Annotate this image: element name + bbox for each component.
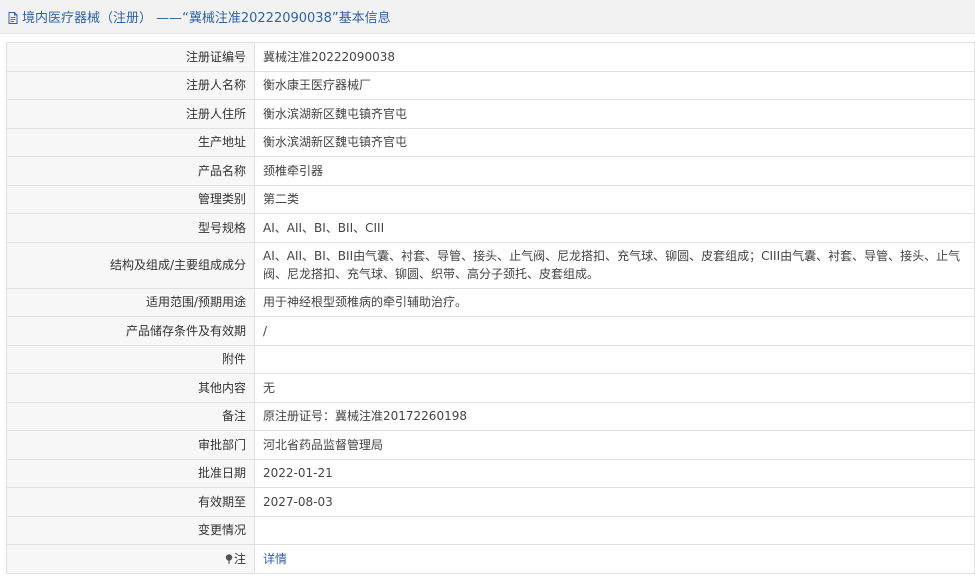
row-value: 衡水滨湖新区魏屯镇齐官屯 [254,99,975,129]
row-label: 注册人名称 [6,70,255,100]
row-value: 原注册证号：冀械注准20172260198 [254,401,975,431]
row-value: 冀械注准20222090038 [254,42,975,72]
page-title: 境内医疗器械（注册） ——“冀械注准20222090038”基本信息 [22,11,391,26]
table-row: 变更情况 [6,515,975,545]
row-label: 结构及组成/主要组成成分 [6,241,255,289]
row-label: 注册证编号 [6,42,255,72]
row-value: 详情 [254,544,975,574]
table-row: 附件 [6,344,975,374]
page-header: 境内医疗器械（注册） ——“冀械注准20222090038”基本信息 [0,0,975,34]
row-value: AI、AII、BI、BII由气囊、衬套、导管、接头、止气阀、尼龙搭扣、充气球、铆… [254,241,975,289]
row-value: 衡水滨湖新区魏屯镇齐官屯 [254,127,975,157]
table-row: 生产地址 衡水滨湖新区魏屯镇齐官屯 [6,127,975,157]
row-label-note: 注 [6,544,255,574]
row-label: 生产地址 [6,127,255,157]
row-value [254,515,975,545]
table-row: 审批部门 河北省药品监督管理局 [6,430,975,460]
table-row: 批准日期 2022-01-21 [6,458,975,488]
details-link[interactable]: 详情 [263,552,287,566]
row-label: 附件 [6,344,255,374]
row-value [254,344,975,374]
row-value: 无 [254,373,975,403]
row-label: 注册人住所 [6,99,255,129]
table-row: 产品储存条件及有效期 / [6,316,975,346]
row-label: 其他内容 [6,373,255,403]
row-value: AI、AII、BI、BII、CIII [254,213,975,243]
row-value: 颈椎牵引器 [254,156,975,186]
note-label: 注 [233,551,246,566]
row-value: 第二类 [254,184,975,214]
row-label: 适用范围/预期用途 [6,287,255,317]
table-row: 结构及组成/主要组成成分 AI、AII、BI、BII由气囊、衬套、导管、接头、止… [6,241,975,289]
row-value: / [254,316,975,346]
table-row: 备注 原注册证号：冀械注准20172260198 [6,401,975,431]
row-label: 备注 [6,401,255,431]
table-row: 产品名称 颈椎牵引器 [6,156,975,186]
table-row: 型号规格 AI、AII、BI、BII、CIII [6,213,975,243]
row-label: 产品名称 [6,156,255,186]
table-row: 适用范围/预期用途 用于神经根型颈椎病的牵引辅助治疗。 [6,287,975,317]
row-label: 批准日期 [6,458,255,488]
row-value: 用于神经根型颈椎病的牵引辅助治疗。 [254,287,975,317]
table-row: 管理类别 第二类 [6,184,975,214]
row-label: 有效期至 [6,487,255,517]
pin-icon [225,554,233,564]
row-label: 产品储存条件及有效期 [6,316,255,346]
table-row: 注册人住所 衡水滨湖新区魏屯镇齐官屯 [6,99,975,129]
row-label: 变更情况 [6,515,255,545]
document-icon [8,11,18,24]
row-value: 衡水康王医疗器械厂 [254,70,975,100]
row-value: 2027-08-03 [254,487,975,517]
row-value: 2022-01-21 [254,458,975,488]
table-row: 其他内容 无 [6,373,975,403]
row-label: 型号规格 [6,213,255,243]
row-label: 管理类别 [6,184,255,214]
table-row: 注册证编号 冀械注准20222090038 [6,42,975,72]
table-row: 有效期至 2027-08-03 [6,487,975,517]
table-row: 注册人名称 衡水康王医疗器械厂 [6,70,975,100]
table-row: 注 详情 [6,544,975,574]
info-table-container: 注册证编号 冀械注准20222090038 注册人名称 衡水康王医疗器械厂 注册… [6,42,975,574]
row-value: 河北省药品监督管理局 [254,430,975,460]
row-label: 审批部门 [6,430,255,460]
info-table: 注册证编号 冀械注准20222090038 注册人名称 衡水康王医疗器械厂 注册… [6,42,975,574]
